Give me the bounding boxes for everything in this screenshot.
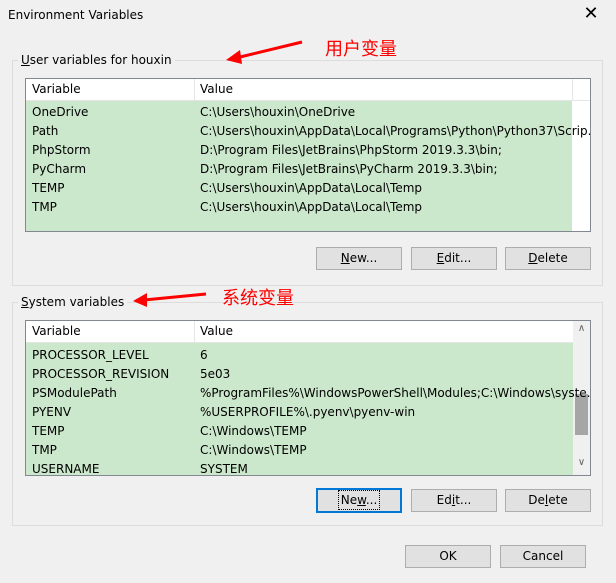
ok-button[interactable]: OK <box>405 545 491 568</box>
system-variables-legend: System variables <box>18 295 128 309</box>
user-edit-button[interactable]: Edit... <box>411 247 497 270</box>
table-row[interactable]: USERNAME SYSTEM <box>26 460 573 475</box>
table-row[interactable]: TEMP C:\Windows\TEMP <box>26 422 573 441</box>
system-variables-list[interactable]: Variable Value ∧ ∨ PROCESSOR_LEVEL 6 PRO… <box>25 320 591 476</box>
arrow-annotation-system <box>133 292 207 307</box>
system-list-header: Variable Value <box>26 321 590 343</box>
scroll-up-icon[interactable]: ∧ <box>573 323 590 334</box>
table-row[interactable]: PhpStorm D:\Program Files\JetBrains\PhpS… <box>26 141 572 160</box>
user-variables-list[interactable]: Variable Value OneDrive C:\Users\houxin\… <box>25 78 591 232</box>
user-list-scrollbar-corner <box>572 101 590 119</box>
user-new-button[interactable]: New... <box>316 247 402 270</box>
user-list-header: Variable Value <box>26 79 590 101</box>
annotation-user-variables: 用户变量 <box>325 39 397 60</box>
table-row[interactable]: PROCESSOR_LEVEL 6 <box>26 346 573 365</box>
table-row[interactable]: OneDrive C:\Users\houxin\OneDrive <box>26 103 572 122</box>
table-row[interactable]: TEMP C:\Users\houxin\AppData\Local\Temp <box>26 179 572 198</box>
table-row[interactable]: PSModulePath %ProgramFiles%\WindowsPower… <box>26 384 590 403</box>
table-row[interactable]: Path C:\Users\houxin\AppData\Local\Progr… <box>26 122 590 141</box>
table-row[interactable]: PROCESSOR_REVISION 5e03 <box>26 365 573 384</box>
system-new-button[interactable]: New... <box>316 488 402 513</box>
table-row[interactable]: TMP C:\Windows\TEMP <box>26 441 573 460</box>
close-icon[interactable]: ✕ <box>580 4 602 24</box>
annotation-system-variables: 系统变量 <box>222 288 294 309</box>
column-header-value[interactable]: Value <box>194 79 572 100</box>
scroll-down-icon[interactable]: ∨ <box>573 457 590 468</box>
column-header-variable[interactable]: Variable <box>26 79 194 100</box>
column-header-variable[interactable]: Variable <box>26 321 194 342</box>
system-edit-button[interactable]: Edit... <box>411 489 497 512</box>
window-title: Environment Variables <box>8 8 144 22</box>
cancel-button[interactable]: Cancel <box>500 545 586 568</box>
arrow-annotation-user <box>226 40 303 64</box>
table-row[interactable]: PyCharm D:\Program Files\JetBrains\PyCha… <box>26 160 572 179</box>
user-delete-button[interactable]: Delete <box>505 247 591 270</box>
table-row[interactable]: PYENV %USERPROFILE%\.pyenv\pyenv-win <box>26 403 573 422</box>
system-delete-button[interactable]: Delete <box>505 489 591 512</box>
user-variables-legend: User variables for houxin <box>18 53 175 67</box>
column-header-value[interactable]: Value <box>194 321 572 342</box>
table-row[interactable]: TMP C:\Users\houxin\AppData\Local\Temp <box>26 198 572 217</box>
